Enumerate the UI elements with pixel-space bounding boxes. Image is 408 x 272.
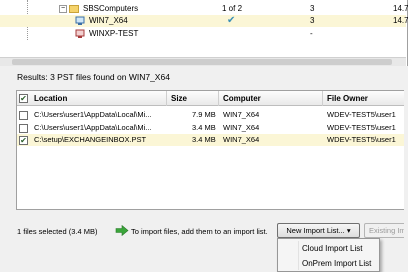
table-header: ✔ Location Size Computer File Owner: [17, 91, 408, 106]
cell-owner: WDEV-TEST5\user1: [327, 110, 396, 119]
menu-gutter: [298, 241, 299, 270]
select-all-checkbox[interactable]: ✔: [19, 94, 28, 103]
dropdown-arrow-icon: ▾: [346, 226, 351, 235]
computer-tree[interactable]: − SBSComputers 1 of 2 3 14.7 WIN7_X64 ✔ …: [0, 0, 408, 66]
results-summary: Results: 3 PST files found on WIN7_X64: [17, 72, 170, 82]
import-hint: To import files, add them to an import l…: [131, 227, 268, 236]
tree-cell-size: 14.7: [393, 16, 408, 25]
tree-node-label: SBSComputers: [83, 4, 139, 13]
folder-icon: [69, 5, 79, 13]
cell-location: C:\Users\user1\AppData\Local\Mi...: [34, 123, 152, 132]
tree-row-win7[interactable]: WIN7_X64 ✔ 3 14.7: [0, 15, 408, 27]
computer-icon: [75, 16, 85, 25]
existing-import-list-button[interactable]: Existing Im: [364, 223, 408, 238]
cell-location: C:\Users\user1\AppData\Local\Mi...: [34, 110, 152, 119]
scrollbar-thumb[interactable]: [12, 59, 392, 65]
row-checkbox[interactable]: ✔: [19, 136, 28, 145]
table-row-selected[interactable]: ✔ C:\setup\EXCHANGEINBOX.PST 3.4 MB WIN7…: [17, 134, 407, 146]
cell-owner: WDEV-TEST5\user1: [327, 123, 396, 132]
cell-computer: WIN7_X64: [223, 135, 260, 144]
tree-cell-count: 3: [310, 4, 315, 13]
cell-size: 3.4 MB: [192, 123, 216, 132]
cell-size: 7.9 MB: [192, 110, 216, 119]
new-import-list-menu: Cloud Import List OnPrem Import List: [277, 238, 380, 272]
row-checkbox[interactable]: [19, 111, 28, 120]
cell-owner: WDEV-TEST5\user1: [327, 135, 396, 144]
arrow-right-icon: [115, 225, 129, 236]
row-checkbox[interactable]: [19, 124, 28, 133]
cell-location: C:\setup\EXCHANGEINBOX.PST: [34, 135, 147, 144]
tree-node-label: WIN7_X64: [89, 16, 128, 25]
tree-cell-count: 3: [310, 16, 315, 25]
column-header-location[interactable]: Location: [30, 91, 167, 106]
menu-item-cloud-import-list[interactable]: Cloud Import List: [302, 242, 362, 256]
cell-computer: WIN7_X64: [223, 110, 260, 119]
checkmark-icon: ✔: [227, 15, 236, 26]
button-label: New Import List...: [286, 226, 345, 235]
selection-status: 1 files selected (3.4 MB): [17, 227, 98, 236]
tree-row-sbscomputers[interactable]: − SBSComputers 1 of 2 3 14.7: [0, 3, 408, 15]
tree-cell-progress: 1 of 2: [222, 4, 243, 13]
window-edge: [404, 66, 408, 272]
column-header-size[interactable]: Size: [167, 91, 219, 106]
computer-error-icon: [75, 29, 85, 38]
cell-size: 3.4 MB: [192, 135, 216, 144]
table-row[interactable]: C:\Users\user1\AppData\Local\Mi... 7.9 M…: [17, 109, 407, 121]
new-import-list-button[interactable]: New Import List... ▾: [277, 223, 360, 238]
tree-node-label: WINXP-TEST: [89, 29, 139, 38]
cell-computer: WIN7_X64: [223, 123, 260, 132]
column-header-computer[interactable]: Computer: [219, 91, 323, 106]
pst-files-table[interactable]: ✔ Location Size Computer File Owner C:\U…: [16, 90, 408, 210]
collapse-icon[interactable]: −: [59, 5, 67, 13]
tree-cell-size: 14.7: [393, 4, 408, 13]
tree-row-winxp[interactable]: WINXP-TEST -: [0, 28, 406, 40]
column-header-file-owner[interactable]: File Owner: [323, 91, 408, 106]
tree-cell-count: -: [310, 29, 313, 38]
table-row[interactable]: C:\Users\user1\AppData\Local\Mi... 3.4 M…: [17, 122, 407, 134]
menu-item-onprem-import-list[interactable]: OnPrem Import List: [302, 257, 371, 271]
